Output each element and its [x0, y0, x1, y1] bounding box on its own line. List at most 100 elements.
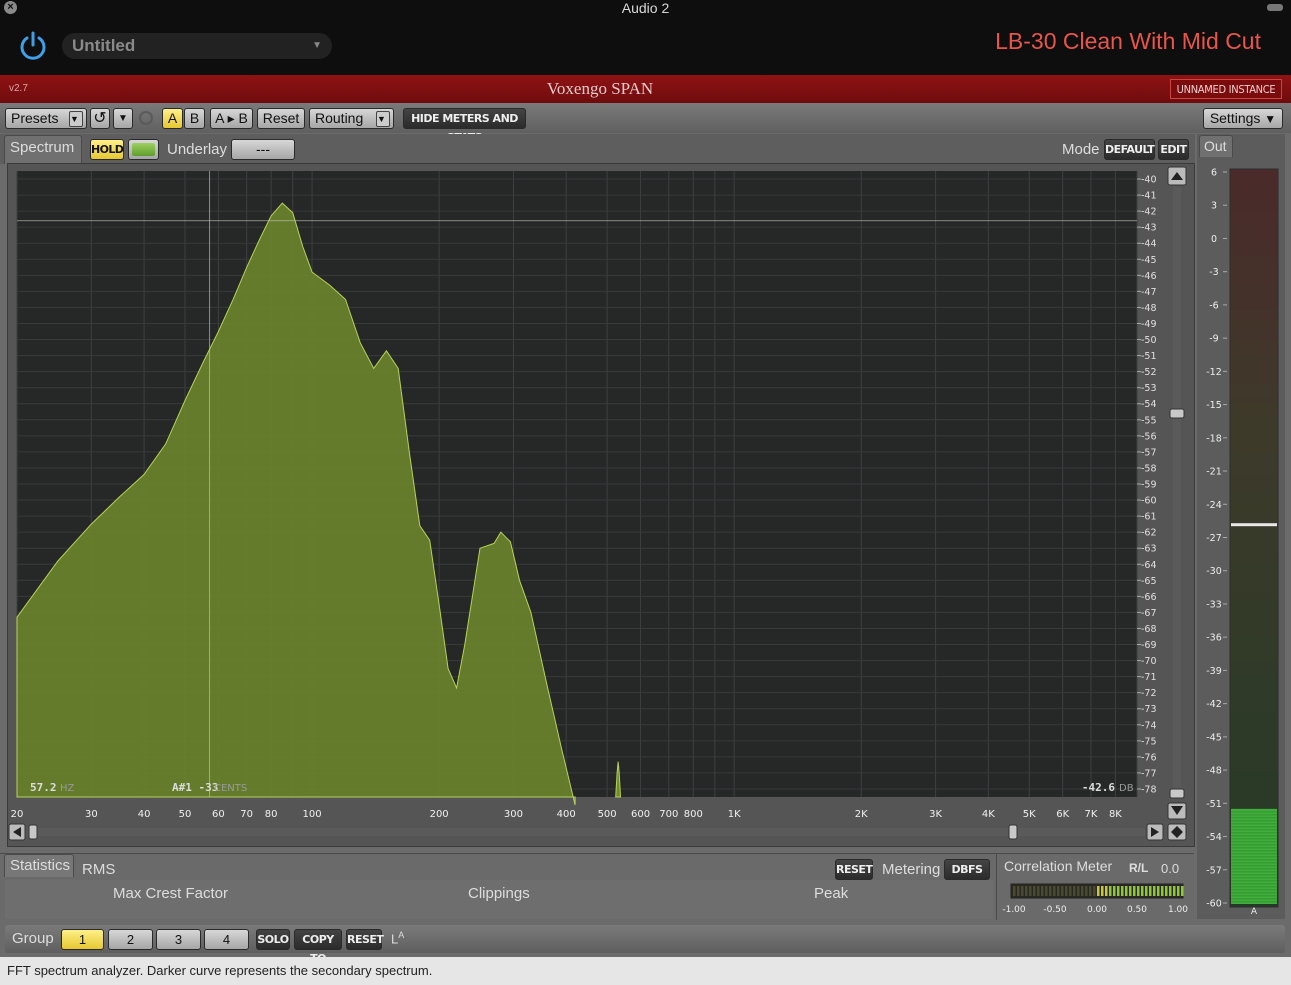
- routing-button[interactable]: Routing ▼: [309, 108, 394, 129]
- reset-button[interactable]: Reset: [257, 108, 305, 129]
- clippings-label: Clippings: [468, 885, 530, 902]
- stats-mode[interactable]: RMS: [82, 861, 115, 878]
- edit-button[interactable]: EDIT: [1158, 139, 1189, 160]
- correlation-segment: [1113, 886, 1116, 896]
- out-meter: 6 3 0 -3 -6 -9 -12 -15 -18 -21 -24 -27 -30 -33 -36 -39 -…: [1206, 168, 1279, 917]
- metering-select[interactable]: DBFS: [944, 859, 990, 880]
- a-to-b-button[interactable]: A ▸ B: [210, 108, 253, 129]
- toolbar: Presets ▼ ↺ ▼ A B A ▸ B Reset Routing ▼ …: [0, 103, 1291, 144]
- instance-name-button[interactable]: UNNAMED INSTANCE: [1170, 79, 1282, 99]
- power-icon[interactable]: [17, 30, 49, 62]
- x-tick-label: 70: [240, 809, 253, 820]
- out-tick-label: 0: [1211, 234, 1217, 245]
- correlation-segment: [1125, 886, 1128, 896]
- group-4-button[interactable]: 4: [204, 929, 249, 950]
- out-tick-label: -51: [1206, 799, 1222, 810]
- correlation-segment: [1073, 886, 1076, 896]
- out-tick-label: -27: [1206, 533, 1222, 544]
- group-reset-button[interactable]: RESET: [346, 929, 384, 950]
- y-tick-label: -53: [1141, 383, 1157, 394]
- x-tick-label: 40: [138, 809, 151, 820]
- presets-label: Presets: [11, 110, 59, 126]
- y-tick-label: -54: [1141, 399, 1157, 410]
- note-readout: A#1 -33: [172, 781, 218, 794]
- x-tick-label: 50: [179, 809, 192, 820]
- horizontal-scrollbar[interactable]: [8, 823, 1187, 841]
- out-tick-label: -48: [1206, 766, 1222, 777]
- routing-label: Routing: [315, 110, 364, 126]
- hscroll-thumb-right[interactable]: [1008, 824, 1018, 840]
- group-bar: Group 1 2 3 4 SOLO COPY TO RESET LA: [5, 925, 1285, 965]
- correlation-tick-label: -1.00: [1002, 905, 1026, 915]
- group-3-button[interactable]: 3: [156, 929, 201, 950]
- b-button[interactable]: B: [184, 108, 205, 129]
- scroll-track[interactable]: [1173, 187, 1181, 799]
- tab-statistics[interactable]: Statistics: [4, 854, 74, 877]
- underlay-select[interactable]: ---: [231, 139, 295, 160]
- group-2-button[interactable]: 2: [108, 929, 153, 950]
- chevron-down-icon: ▼: [312, 40, 322, 51]
- out-tick-label: -6: [1209, 300, 1218, 311]
- db-unit: DB: [1119, 783, 1134, 794]
- out-tick-label: -18: [1206, 433, 1222, 444]
- x-tick-label: 30: [85, 809, 98, 820]
- curve-color-button[interactable]: [128, 139, 159, 160]
- correlation-segment: [1097, 886, 1100, 896]
- hscroll-track[interactable]: [27, 828, 1145, 836]
- out-tick-label: -30: [1206, 566, 1222, 577]
- settings-button[interactable]: Settings ▼: [1203, 108, 1283, 129]
- x-tick-label: 1K: [728, 809, 741, 820]
- undo-history-button[interactable]: ▼: [113, 108, 133, 129]
- preset-dropdown[interactable]: Untitled ▼: [62, 33, 332, 59]
- mode-select[interactable]: DEFAULT: [1104, 139, 1155, 160]
- correlation-segment: [1173, 886, 1176, 896]
- y-tick-label: -71: [1141, 672, 1157, 683]
- y-tick-label: -76: [1141, 752, 1157, 763]
- hide-meters-button[interactable]: HIDE METERS AND STATS: [403, 108, 526, 144]
- y-tick-label: -65: [1141, 576, 1157, 587]
- y-tick-label: -45: [1141, 255, 1157, 266]
- group-1-button[interactable]: 1: [61, 929, 104, 950]
- tab-spectrum[interactable]: Spectrum: [4, 135, 82, 164]
- scroll-thumb-lower[interactable]: [1169, 788, 1185, 799]
- db-readout: -42.6: [1082, 781, 1115, 794]
- stats-values-area: Max Crest Factor Clippings Peak: [5, 880, 993, 919]
- correlation-segment: [1017, 886, 1020, 896]
- y-tick-label: -43: [1141, 223, 1157, 234]
- correlation-segment: [1061, 886, 1064, 896]
- y-tick-label: -47: [1141, 287, 1157, 298]
- x-tick-label: 5K: [1023, 809, 1036, 820]
- copy-to-button[interactable]: COPY TO: [294, 929, 342, 965]
- y-tick-label: -74: [1141, 720, 1157, 731]
- x-tick-label: 200: [430, 809, 449, 820]
- link-label: LA: [391, 930, 405, 947]
- redo-icon[interactable]: [139, 111, 153, 125]
- chevron-down-icon: ▼: [1264, 112, 1277, 126]
- out-meter-panel: Out 6 3 0 -3 -6 -9 -12 -15 -18 -21 -24 -27 -30 -33 -36…: [1197, 134, 1285, 919]
- x-tick-label: 8K: [1109, 809, 1122, 820]
- y-tick-label: -68: [1141, 624, 1157, 635]
- y-tick-label: -63: [1141, 544, 1157, 555]
- presets-button[interactable]: Presets ▼: [5, 108, 87, 129]
- out-tick-label: -57: [1206, 865, 1222, 876]
- y-tick-label: -66: [1141, 592, 1157, 603]
- stats-reset-button[interactable]: RESET: [835, 859, 873, 880]
- vertical-scrollbar[interactable]: [1167, 166, 1187, 820]
- correlation-segment: [1137, 886, 1140, 896]
- x-tick-label: 100: [303, 809, 322, 820]
- hscroll-thumb-left[interactable]: [28, 824, 38, 840]
- host-title-bar: × Audio 2 Untitled ▼ LB-30 Clean With Mi…: [0, 0, 1291, 75]
- correlation-segment: [1105, 886, 1108, 896]
- correlation-segment: [1109, 886, 1112, 896]
- solo-button[interactable]: SOLO: [256, 929, 290, 950]
- status-text: FFT spectrum analyzer. Darker curve repr…: [7, 963, 433, 978]
- spectrum-graph[interactable]: 57.2 HZ A#1 -33CENTS -42.6 DB -40 -41 -42 -43 -44…: [7, 163, 1195, 847]
- undo-button[interactable]: ↺: [90, 108, 110, 129]
- a-button[interactable]: A: [162, 108, 183, 129]
- hold-button[interactable]: HOLD: [90, 139, 124, 160]
- scroll-thumb[interactable]: [1169, 408, 1185, 419]
- plugin-name: Voxengo SPAN: [546, 79, 654, 98]
- minimize-icon[interactable]: [1267, 4, 1283, 11]
- y-tick-label: -56: [1141, 431, 1157, 442]
- correlation-segment: [1081, 886, 1084, 896]
